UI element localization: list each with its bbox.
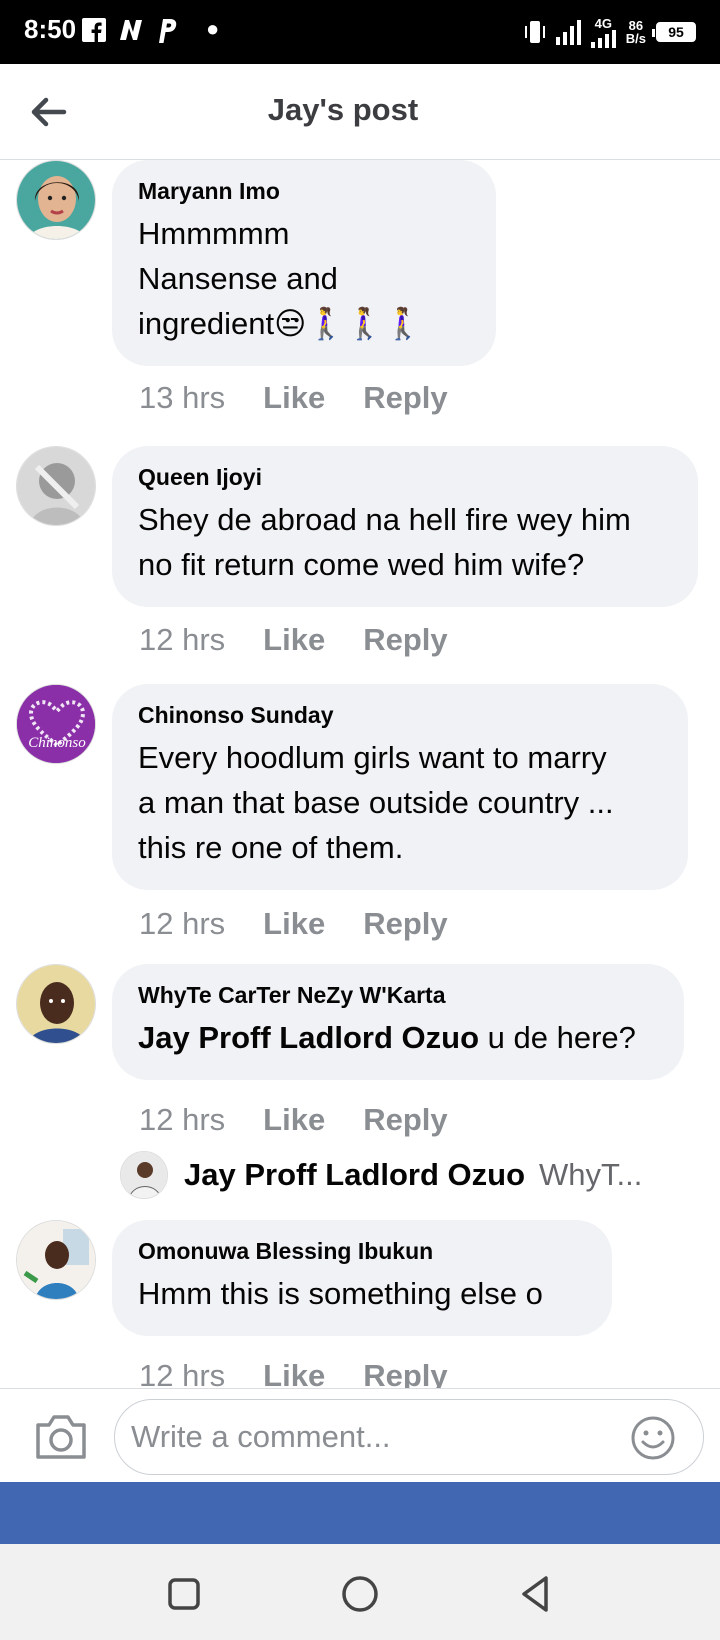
nairaland-icon (120, 20, 142, 40)
comment-time[interactable]: 12 hrs (139, 1358, 225, 1388)
p-app-icon (159, 19, 177, 43)
home-icon[interactable] (338, 1572, 382, 1616)
reply-button[interactable]: Reply (363, 906, 447, 942)
comment-input[interactable] (114, 1399, 704, 1475)
comment-time[interactable]: 12 hrs (139, 1102, 225, 1138)
comment-author[interactable]: WhyTe CarTer NeZy W'Karta (138, 982, 658, 1009)
comment-text: Every hoodlum girls want to marry a man … (138, 740, 614, 865)
reply-preview-row[interactable]: Jay Proff Ladlord Ozuo WhyT... (120, 1150, 680, 1200)
avatar[interactable] (16, 964, 96, 1044)
comment-author[interactable]: Queen Ijoyi (138, 464, 672, 491)
comment-time[interactable]: 12 hrs (139, 906, 225, 942)
comment-composer (0, 1388, 720, 1482)
comment-time[interactable]: 13 hrs (139, 380, 225, 416)
post-header: Jay's post (0, 64, 720, 160)
comment-bubble[interactable]: WhyTe CarTer NeZy W'Karta Jay Proff Ladl… (112, 964, 684, 1080)
comment-actions: 12 hrs Like Reply (139, 1358, 448, 1388)
back-icon[interactable] (514, 1572, 558, 1616)
comment-text: Hmm this is something else o (138, 1276, 543, 1311)
emoji-icon[interactable] (630, 1415, 676, 1461)
comment-bubble[interactable]: Queen Ijoyi Shey de abroad na hell fire … (112, 446, 698, 607)
comment-author[interactable]: Maryann Imo (138, 178, 470, 205)
comment-text: Hmmmmm Nansense and ingredient😒🚶‍♀️🚶‍♀️🚶… (138, 216, 423, 341)
avatar[interactable] (16, 1220, 96, 1300)
signal-icon-2 (590, 29, 616, 48)
reply-avatar[interactable] (120, 1151, 168, 1199)
reply-button[interactable]: Reply (363, 1358, 447, 1388)
signal-icon (555, 19, 581, 45)
reply-author[interactable]: Jay Proff Ladlord Ozuo (184, 1157, 525, 1193)
like-button[interactable]: Like (263, 1358, 325, 1388)
mention-link[interactable]: Jay Proff Ladlord Ozuo (138, 1020, 479, 1055)
like-button[interactable]: Like (263, 1102, 325, 1138)
page-title: Jay's post (267, 92, 419, 127)
status-indicators: 4G 86 B/s 95 (524, 14, 696, 50)
reply-button[interactable]: Reply (363, 1102, 447, 1138)
avatar-label: Chinonso (28, 735, 86, 751)
reply-button[interactable]: Reply (363, 622, 447, 658)
comment-time[interactable]: 12 hrs (139, 622, 225, 658)
like-button[interactable]: Like (263, 622, 325, 658)
comment-bubble[interactable]: Omonuwa Blessing Ibukun Hmm this is some… (112, 1220, 612, 1336)
net-speed: 86 B/s (625, 18, 646, 46)
comment-list[interactable]: Maryann Imo Hmmmmm Nansense and ingredie… (0, 160, 720, 1388)
comment-actions: 13 hrs Like Reply (139, 380, 448, 416)
system-nav-bar (0, 1544, 720, 1640)
comment-bubble[interactable]: Maryann Imo Hmmmmm Nansense and ingredie… (112, 160, 496, 366)
reply-button[interactable]: Reply (363, 380, 447, 416)
camera-icon[interactable] (34, 1411, 88, 1461)
comment-bubble[interactable]: Chinonso Sunday Every hoodlum girls want… (112, 684, 688, 890)
status-bar: 8:50 ● 4G 86 B/s 95 (0, 0, 720, 64)
comment-text: Jay Proff Ladlord Ozuo u de here? (138, 1020, 636, 1055)
keyboard-strip (0, 1482, 720, 1544)
comment-author[interactable]: Chinonso Sunday (138, 702, 662, 729)
battery-icon: 95 (652, 22, 696, 42)
notification-dot: ● (206, 16, 220, 41)
reply-text-preview: WhyT... (539, 1157, 643, 1192)
status-time: 8:50 (24, 14, 77, 44)
avatar[interactable]: Chinonso (16, 684, 96, 764)
network-type: 4G (594, 15, 612, 31)
facebook-icon (82, 18, 106, 42)
recents-icon[interactable] (162, 1572, 206, 1616)
avatar[interactable] (16, 446, 96, 526)
like-button[interactable]: Like (263, 906, 325, 942)
comment-text: Shey de abroad na hell fire wey him no f… (138, 502, 631, 582)
comment-author[interactable]: Omonuwa Blessing Ibukun (138, 1238, 586, 1265)
vibrate-icon (524, 21, 545, 43)
comment-actions: 12 hrs Like Reply (139, 906, 448, 942)
comment-actions: 12 hrs Like Reply (139, 1102, 448, 1138)
comment-actions: 12 hrs Like Reply (139, 622, 448, 658)
like-button[interactable]: Like (263, 380, 325, 416)
avatar[interactable] (16, 160, 96, 240)
